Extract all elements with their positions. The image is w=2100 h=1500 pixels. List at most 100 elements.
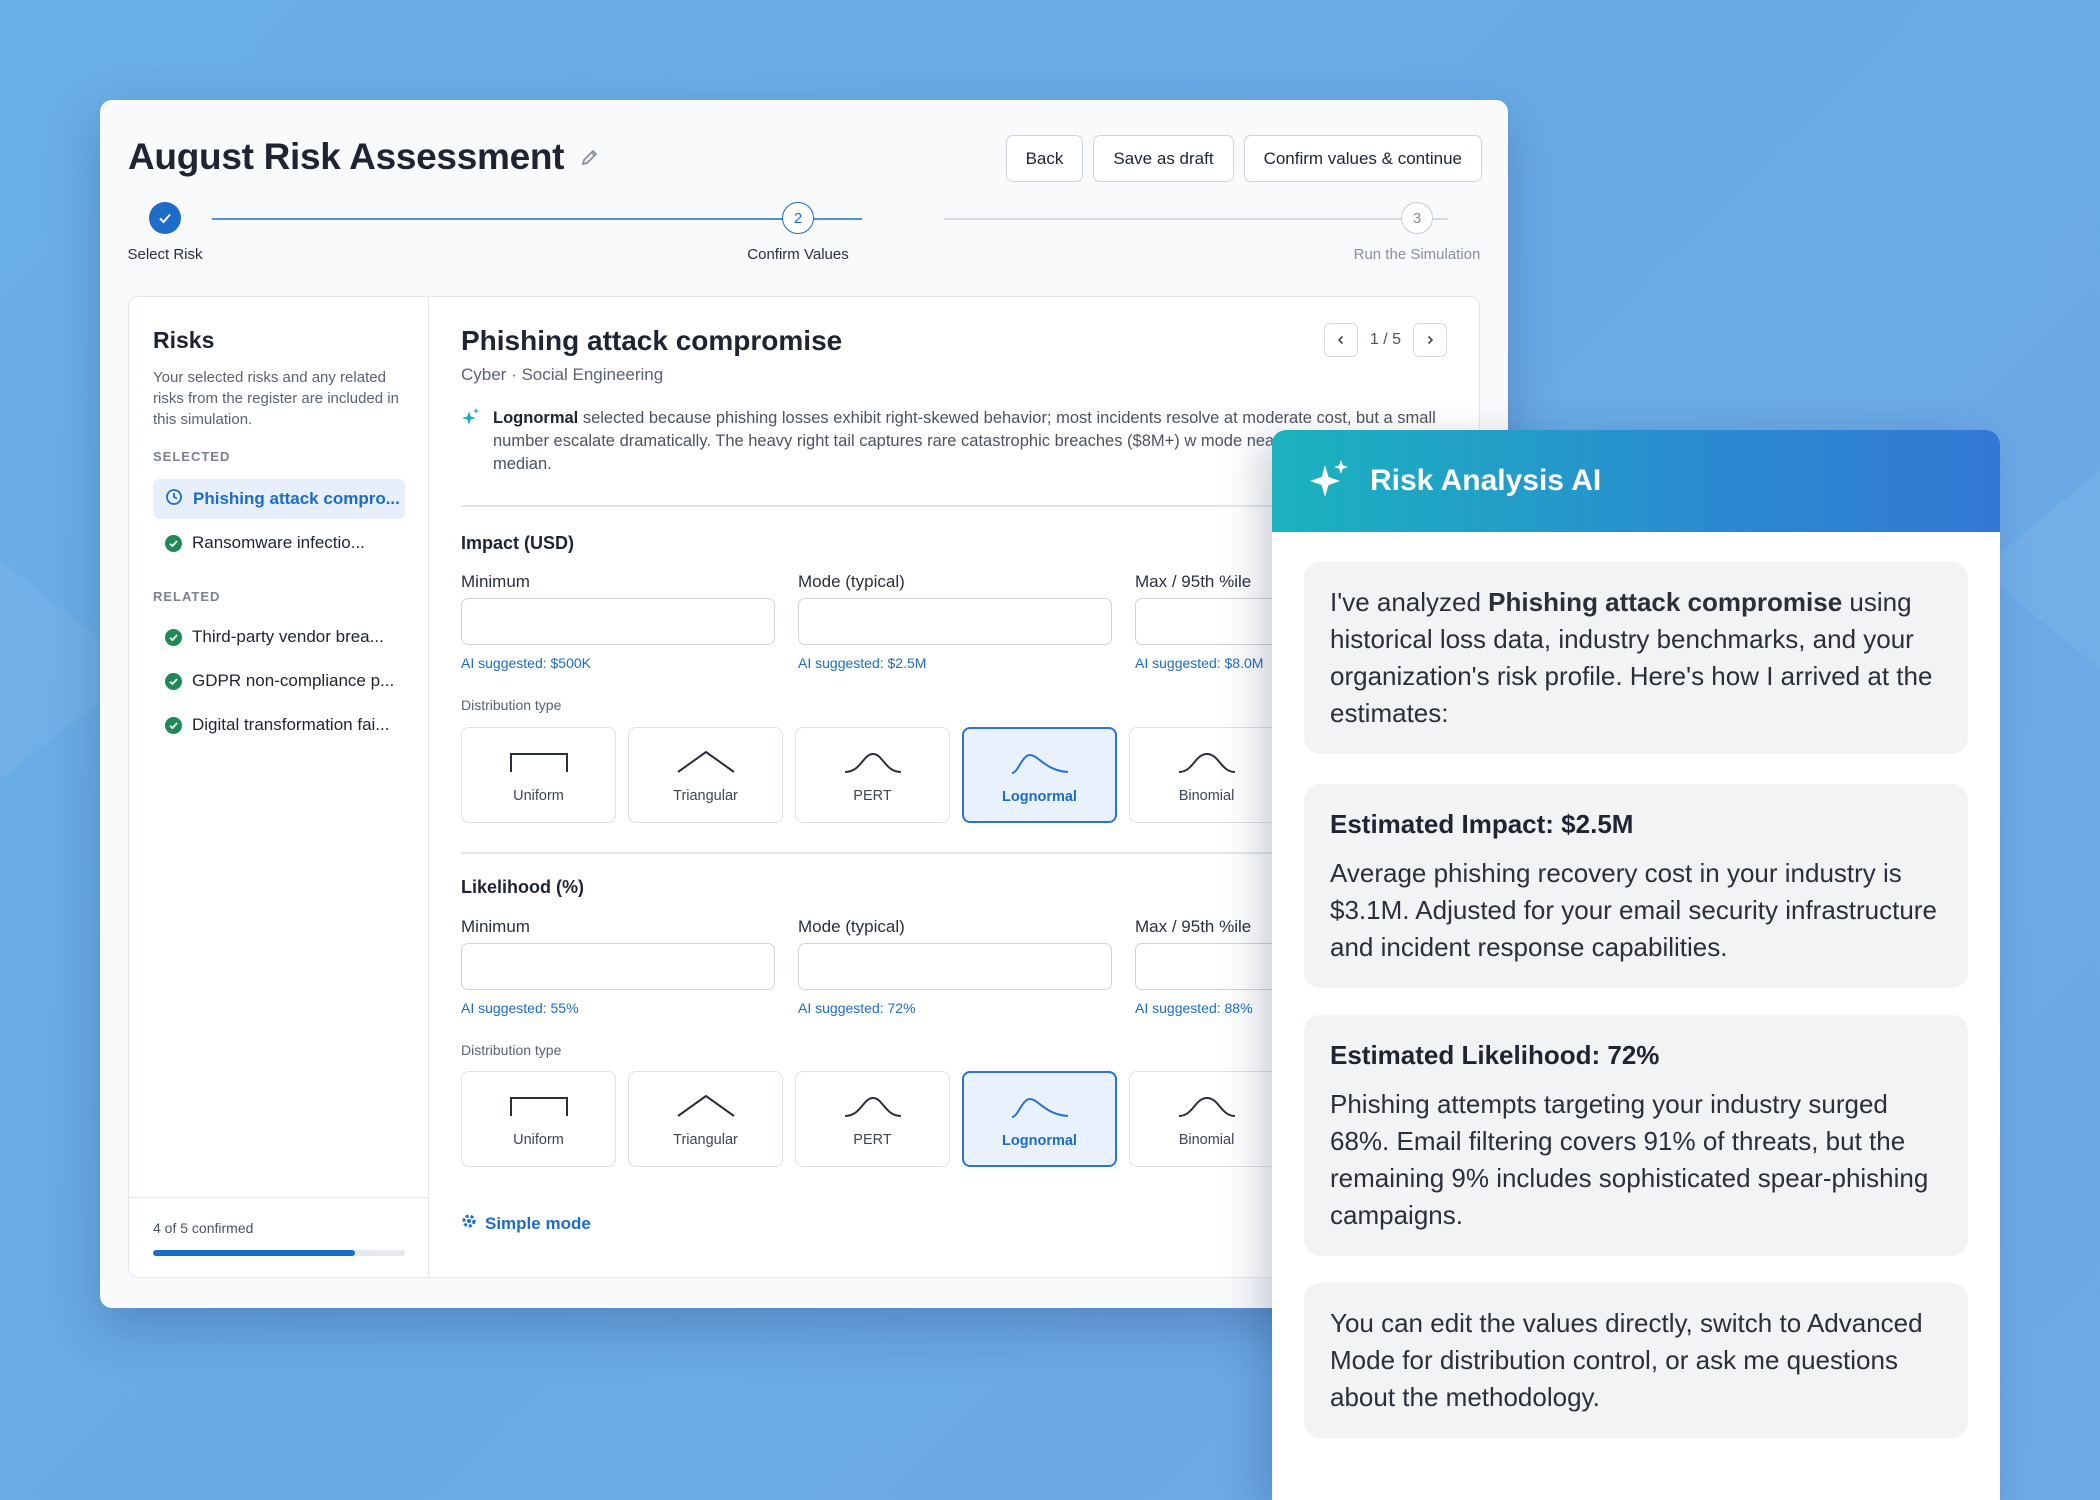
sparkle-icon [461,407,481,476]
ai-note-bold: Lognormal [493,409,579,427]
sidebar-item-label: GDPR non-compliance p... [192,671,395,690]
ai-message-outro: You can edit the values directly, switch… [1304,1283,1968,1438]
likelihood-max-label: Max / 95th %ile [1135,917,1252,936]
dist-name: Uniform [513,1132,564,1148]
uniform-curve-icon [509,1097,568,1116]
likelihood-min-input[interactable] [461,943,775,990]
clock-icon [165,488,183,511]
title-row: August Risk Assessment [128,136,600,178]
ai-panel-header: Risk Analysis AI [1272,430,2000,532]
impact-dist-pert[interactable]: PERT [795,727,950,823]
intro-text-pre: I've analyzed [1330,587,1489,617]
intro-text-bold: Phishing attack compromise [1488,587,1843,617]
likelihood-dist-lognormal[interactable]: Lognormal [962,1071,1117,1167]
check-icon [149,202,181,234]
check-circle-icon [165,534,182,552]
likelihood-distribution-label: Distribution type [461,1042,562,1058]
selected-heading: SELECTED [153,449,231,464]
sidebar-item-label: Phishing attack compro... [193,489,400,508]
likelihood-dist-triangular[interactable]: Triangular [628,1071,783,1167]
risk-title: Phishing attack compromise [461,325,843,356]
check-circle-icon [165,716,182,734]
sidebar-item-label: Ransomware infectio... [192,533,365,552]
impact-dist-uniform[interactable]: Uniform [461,727,616,823]
likelihood-min-label: Minimum [461,917,530,936]
related-heading: RELATED [153,589,221,604]
impact-min-suggestion: AI suggested: $500K [461,655,591,671]
likelihood-dist-binomial[interactable]: Binomial [1129,1071,1284,1167]
dist-name: Uniform [513,788,564,804]
likelihood-mode-suggestion: AI suggested: 72% [798,1000,916,1016]
dist-name: Triangular [673,788,738,804]
impact-dist-triangular[interactable]: Triangular [628,727,783,823]
progress-label: 4 of 5 confirmed [153,1220,254,1236]
save-draft-button[interactable]: Save as draft [1093,135,1234,182]
dist-name: PERT [853,1132,892,1148]
stepper: Select Risk 2 Confirm Values 3 Run the S… [127,202,1480,272]
progress-fill [153,1250,355,1256]
impact-mode-input[interactable] [798,598,1112,645]
binomial-curve-icon [1178,1096,1235,1117]
likelihood-min-suggestion: AI suggested: 55% [461,1000,579,1016]
impact-estimate-title: Estimated Impact: $2.5M [1330,809,1634,839]
pert-curve-icon [844,752,901,773]
impact-section-title: Impact (USD) [461,533,575,553]
impact-dist-binomial[interactable]: Binomial [1129,727,1284,823]
sidebar-item-vendor-breach[interactable]: Third-party vendor brea... [153,617,405,657]
ai-message-impact: Estimated Impact: $2.5M Average phishing… [1304,784,1968,988]
impact-distribution-label: Distribution type [461,697,562,713]
impact-max-suggestion: AI suggested: $8.0M [1135,655,1264,671]
back-button[interactable]: Back [1005,135,1084,182]
ai-panel-title: Risk Analysis AI [1370,464,1602,497]
impact-dist-lognormal[interactable]: Lognormal [962,727,1117,823]
prev-button[interactable] [1323,323,1358,357]
next-button[interactable] [1413,323,1447,357]
sidebar-item-digital-transformation[interactable]: Digital transformation fai... [153,705,405,745]
dist-name: Lognormal [1002,789,1077,805]
ai-message-likelihood: Estimated Likelihood: 72% Phishing attem… [1304,1015,1968,1256]
sidebar-item-phishing[interactable]: Phishing attack compro... [153,479,405,519]
lognormal-curve-icon [1011,753,1068,774]
impact-max-label: Max / 95th %ile [1135,572,1252,591]
dist-name: PERT [853,788,892,804]
likelihood-dist-uniform[interactable]: Uniform [461,1071,616,1167]
sidebar-item-label: Digital transformation fai... [192,715,390,734]
likelihood-dist-pert[interactable]: PERT [795,1071,950,1167]
likelihood-max-suggestion: AI suggested: 88% [1135,1000,1253,1016]
step-run-simulation[interactable]: 3 Run the Simulation [1354,202,1480,263]
sidebar-title: Risks [153,327,215,353]
step-label: Run the Simulation [1353,246,1481,263]
page-title: August Risk Assessment [128,136,565,177]
sidebar-item-gdpr[interactable]: GDPR non-compliance p... [153,661,405,701]
simple-mode-label: Simple mode [485,1213,591,1233]
impact-mode-suggestion: AI suggested: $2.5M [798,655,927,671]
lognormal-curve-icon [1011,1097,1068,1118]
simple-mode-link[interactable]: Simple mode [461,1213,591,1234]
pencil-icon[interactable] [580,147,600,167]
pager-text: 1 / 5 [1369,331,1401,348]
sidebar-item-label: Third-party vendor brea... [192,627,384,646]
step-select-risk[interactable]: Select Risk [127,202,203,263]
dist-name: Triangular [673,1132,738,1148]
confirm-continue-button[interactable]: Confirm values & continue [1243,135,1482,182]
step-number: 3 [1401,202,1433,234]
gear-icon [461,1213,477,1234]
likelihood-estimate-text: Phishing attempts targeting your industr… [1330,1089,1929,1230]
impact-mode-label: Mode (typical) [798,572,905,591]
risk-subtitle: Cyber · Social Engineering [461,365,664,384]
impact-min-input[interactable] [461,598,775,645]
step-confirm-values[interactable]: 2 Confirm Values [738,202,858,263]
outro-text: You can edit the values directly, switch… [1330,1308,1923,1412]
risk-pager: 1 / 5 [1323,323,1447,357]
impact-estimate-text: Average phishing recovery cost in your i… [1330,858,1937,962]
chevron-left-icon [1337,335,1343,345]
uniform-curve-icon [509,753,568,772]
likelihood-mode-input[interactable] [798,943,1112,990]
sidebar-item-ransomware[interactable]: Ransomware infectio... [153,523,405,563]
check-circle-icon [165,628,182,646]
header-actions: Back Save as draft Confirm values & cont… [1005,135,1482,182]
dist-name: Binomial [1178,788,1235,804]
likelihood-estimate-title: Estimated Likelihood: 72% [1330,1040,1660,1070]
binomial-curve-icon [1178,752,1235,773]
ai-message-intro: I've analyzed Phishing attack compromise… [1304,562,1968,754]
